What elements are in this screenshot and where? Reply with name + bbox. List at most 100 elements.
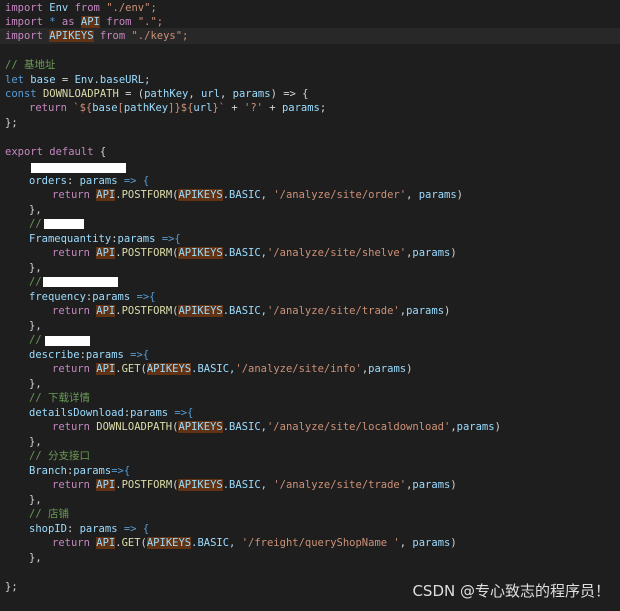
code-token: from — [99, 30, 126, 42]
code-token: return — [52, 247, 90, 259]
code-token: : — [66, 523, 80, 535]
code-token: DOWNLOADPATH — [96, 421, 173, 433]
code-token: export — [5, 146, 43, 158]
code-token: base — [30, 74, 56, 86]
code-token: ( — [140, 363, 147, 375]
code-token: ) — [450, 479, 457, 491]
code-token: '/freight/queryShopName ' — [241, 537, 400, 549]
code-token: "./keys"; — [131, 30, 189, 42]
code-token: APIKEYS — [146, 537, 192, 549]
code-token: =>{ — [168, 407, 194, 419]
code-comment: // 店铺 — [29, 508, 69, 520]
code-comment: // 基地址 — [5, 59, 56, 71]
code-token: Env — [49, 2, 69, 14]
code-token: , — [188, 88, 202, 100]
code-token: params — [73, 465, 112, 477]
code-token: '/analyze/site/localdownload' — [266, 421, 451, 433]
code-token: * — [49, 16, 56, 28]
code-token: params — [406, 305, 445, 317]
code-token: API — [96, 189, 116, 201]
code-comment: // — [29, 218, 42, 230]
code-token: Env — [74, 74, 94, 86]
code-token: + — [262, 102, 282, 114]
code-token: params — [79, 523, 118, 535]
code-token: import — [5, 2, 43, 14]
redaction-mark — [31, 163, 126, 173]
code-token: Framequantity — [29, 233, 112, 245]
code-line: detailsDownload:params =>{ — [29, 406, 193, 420]
code-token: import — [5, 16, 43, 28]
code-token: ) — [494, 421, 501, 433]
code-token: .BASIC, — [222, 479, 274, 491]
code-token: API — [96, 305, 116, 317]
redaction-mark — [45, 336, 90, 346]
code-token: APIKEYS — [49, 30, 94, 42]
code-line: }, — [29, 204, 42, 216]
code-token: , — [219, 88, 233, 100]
code-comment: // — [29, 334, 42, 346]
code-line: describe:params =>{ — [29, 348, 149, 362]
code-line: import APIKEYS from "./keys"; — [5, 29, 188, 43]
code-comment: // 分支接口 — [29, 450, 90, 462]
code-token: '?' — [244, 102, 263, 114]
code-token: describe — [29, 349, 80, 361]
code-line: return API.POSTFORM(APIKEYS.BASIC, '/ana… — [52, 188, 463, 202]
code-token: .BASIC, — [222, 305, 267, 317]
code-token: params — [412, 247, 451, 259]
code-line: import Env from "./env"; — [5, 1, 157, 15]
code-token: =>{ — [130, 291, 156, 303]
code-token: APIKEYS — [178, 305, 223, 317]
code-line: return API.POSTFORM(APIKEYS.BASIC, '/ana… — [52, 478, 457, 492]
code-token: =>{ — [123, 349, 150, 361]
redaction-mark — [43, 277, 118, 287]
code-token: `${ — [73, 102, 93, 114]
code-line: Branch:params=>{ — [29, 464, 130, 478]
code-line: return API.GET(APIKEYS.BASIC,'/analyze/s… — [52, 362, 412, 376]
code-line: frequency:params =>{ — [29, 290, 155, 304]
code-token: return — [52, 363, 90, 375]
code-line: }; — [5, 117, 18, 129]
code-token: from — [74, 2, 100, 14]
code-token: : — [66, 175, 80, 187]
code-token: GET — [121, 363, 141, 375]
code-token: API — [96, 363, 116, 375]
code-token: .BASIC, — [191, 537, 242, 549]
code-token: params — [117, 233, 156, 245]
code-token: return — [52, 537, 90, 549]
code-token: GET — [121, 537, 141, 549]
code-line: import * as API from "."; — [5, 15, 163, 29]
redaction-mark — [44, 219, 84, 229]
code-token: return — [29, 102, 67, 114]
code-line: }, — [29, 262, 42, 274]
code-token: params — [412, 537, 451, 549]
code-token: POSTFORM — [121, 305, 173, 317]
code-token: { — [99, 146, 107, 158]
code-token: ) — [456, 189, 463, 201]
code-token: .BASIC, — [222, 421, 267, 433]
code-token: params — [418, 189, 457, 201]
code-token: params — [456, 421, 495, 433]
code-token: ) — [450, 247, 457, 259]
code-token: "./env"; — [106, 2, 157, 14]
code-token: Branch — [29, 465, 67, 477]
code-token: let — [5, 74, 24, 86]
code-token: API — [96, 247, 116, 259]
code-token: '/analyze/site/shelve' — [267, 247, 407, 259]
code-token: = — [61, 74, 69, 86]
code-token: as — [61, 16, 75, 28]
code-token: + — [225, 102, 245, 114]
code-token: url — [201, 88, 220, 100]
code-token: params — [232, 88, 271, 100]
code-token: .BASIC, — [222, 189, 274, 201]
code-token: ) — [444, 305, 451, 317]
code-line: orders: params => { — [29, 174, 149, 188]
code-token: '/analyze/site/trade' — [267, 305, 400, 317]
code-token: => { — [117, 523, 150, 535]
code-token: => { — [117, 175, 150, 187]
code-token: = ( — [125, 88, 145, 100]
code-token: DOWNLOADPATH — [42, 88, 119, 100]
code-editor[interactable]: import Env from "./env"; import * as API… — [0, 0, 620, 611]
code-token: POSTFORM — [121, 247, 173, 259]
code-line: export default { — [5, 145, 106, 159]
code-line: return DOWNLOADPATH(APIKEYS.BASIC,'/anal… — [52, 420, 501, 434]
